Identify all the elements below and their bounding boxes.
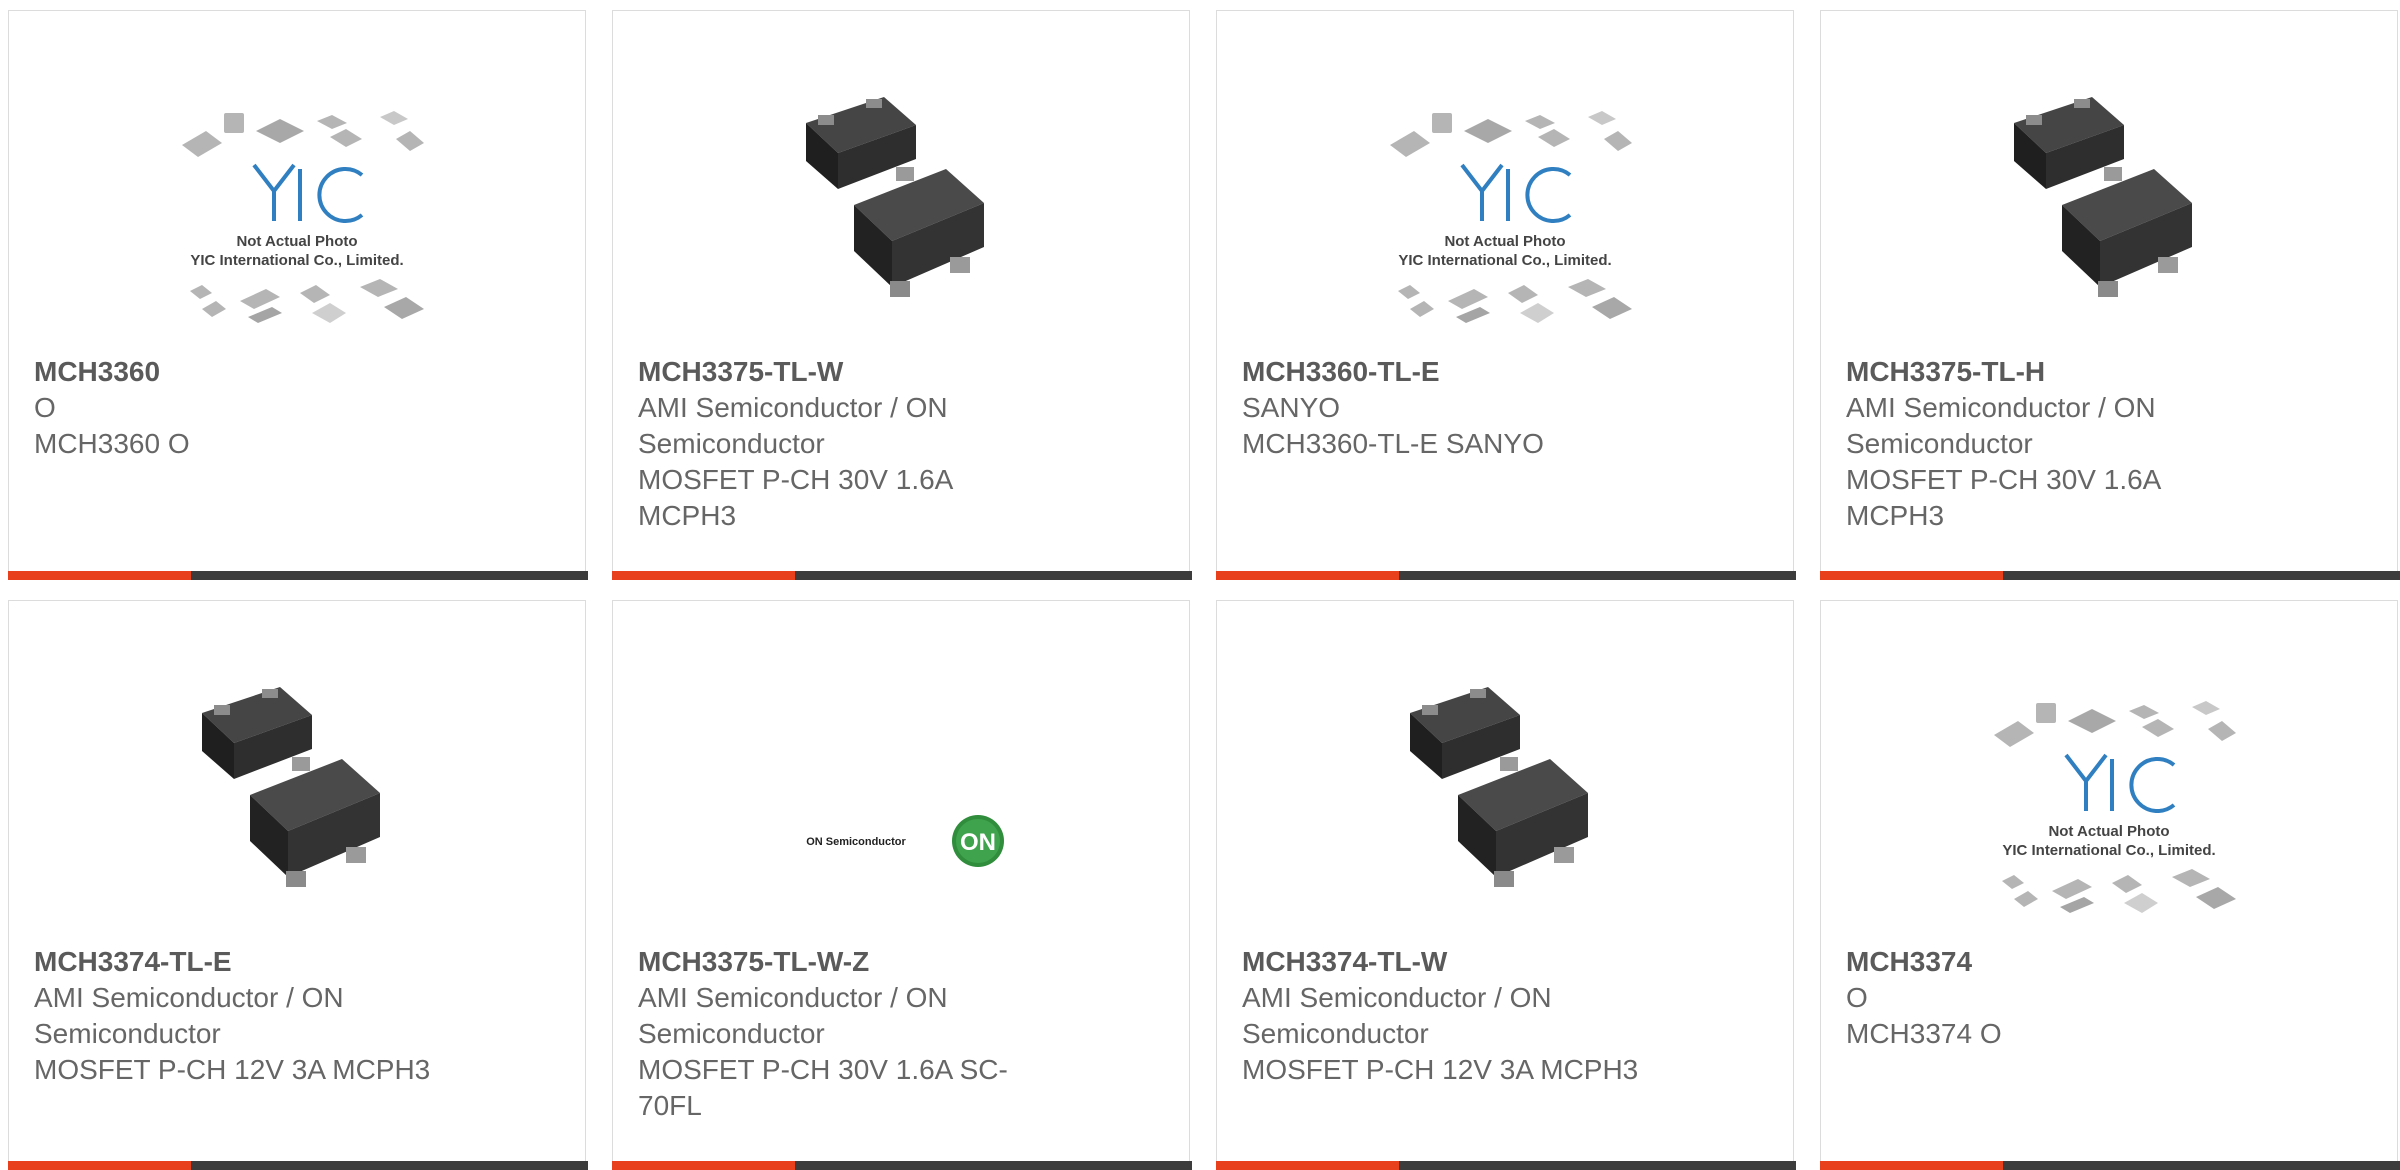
chip-photo-image — [2014, 97, 2192, 297]
card-footer-bar — [8, 571, 588, 580]
description: MCH3374 O — [1846, 1018, 2002, 1049]
part-number-link[interactable]: MCH3375-TL-W-Z — [638, 944, 1068, 980]
manufacturer: AMI Semiconductor / ON — [1242, 982, 1552, 1013]
part-number-link[interactable]: MCH3375-TL-W — [638, 354, 1068, 390]
placeholder-logo-image: Not Actual Photo YIC International Co., … — [182, 111, 424, 323]
product-image[interactable]: Not Actual Photo YIC International Co., … — [9, 81, 585, 351]
product-image[interactable] — [9, 671, 585, 941]
manufacturer-cont: Semiconductor — [638, 428, 825, 459]
card-footer-accent — [1820, 571, 2003, 580]
product-info: MCH3374-TL-W AMI Semiconductor / ON Semi… — [1242, 944, 1672, 1088]
product-info: MCH3375-TL-W-Z AMI Semiconductor / ON Se… — [638, 944, 1068, 1124]
manufacturer-cont: Semiconductor — [34, 1018, 221, 1049]
description: MOSFET P-CH 30V 1.6A — [1846, 464, 2162, 495]
product-card[interactable]: Not Actual Photo YIC International Co., … — [8, 10, 588, 580]
product-info: MCH3375-TL-W AMI Semiconductor / ON Semi… — [638, 354, 1068, 534]
manufacturer-cont: Semiconductor — [638, 1018, 825, 1049]
product-card[interactable]: MCH3374-TL-E AMI Semiconductor / ON Semi… — [8, 600, 588, 1170]
svg-text:Not Actual Photo: Not Actual Photo — [2048, 823, 2169, 840]
product-image[interactable]: Not Actual Photo YIC International Co., … — [1217, 81, 1793, 351]
part-number-link[interactable]: MCH3375-TL-H — [1846, 354, 2276, 390]
manufacturer: AMI Semiconductor / ON — [34, 982, 344, 1013]
product-grid: Not Actual Photo YIC International Co., … — [0, 0, 2400, 1170]
product-card[interactable]: Not Actual Photo YIC International Co., … — [1216, 10, 1796, 580]
product-image[interactable]: ON Semiconductor ON — [613, 671, 1189, 941]
manufacturer: SANYO — [1242, 392, 1341, 423]
svg-text:Not Actual Photo: Not Actual Photo — [236, 233, 357, 250]
description: MOSFET P-CH 30V 1.6A SC- — [638, 1054, 1008, 1085]
part-number-link[interactable]: MCH3374-TL-W — [1242, 944, 1672, 980]
manufacturer: O — [1846, 982, 1868, 1013]
on-semi-logo-image: ON Semiconductor ON — [806, 815, 1004, 867]
product-info: MCH3375-TL-H AMI Semiconductor / ON Semi… — [1846, 354, 2276, 534]
chip-photo-image — [806, 97, 984, 297]
card-footer-bar — [8, 1161, 588, 1170]
placeholder-logo-image: Not Actual Photo YIC International Co., … — [1390, 111, 1632, 323]
card-footer-accent — [1820, 1161, 2003, 1170]
description: MCH3360-TL-E SANYO — [1242, 428, 1544, 459]
product-info: MCH3360 O MCH3360 O — [34, 354, 464, 462]
card-footer-bar — [612, 1161, 1192, 1170]
product-card[interactable]: ON Semiconductor ON MCH3375-TL-W-Z AMI S… — [612, 600, 1192, 1170]
product-info: MCH3374 O MCH3374 O — [1846, 944, 2276, 1052]
card-footer-bar — [1216, 1161, 1796, 1170]
part-number-link[interactable]: MCH3374 — [1846, 944, 2276, 980]
card-footer-bar — [1216, 571, 1796, 580]
card-footer-bar — [612, 571, 1192, 580]
card-footer-bar — [1820, 571, 2400, 580]
manufacturer: AMI Semiconductor / ON — [1846, 392, 2156, 423]
manufacturer: AMI Semiconductor / ON — [638, 392, 948, 423]
part-number-link[interactable]: MCH3374-TL-E — [34, 944, 464, 980]
product-image[interactable] — [1821, 81, 2397, 351]
part-number-link[interactable]: MCH3360-TL-E — [1242, 354, 1672, 390]
description-cont: 70FL — [638, 1090, 702, 1121]
chip-photo-image — [202, 687, 380, 887]
product-info: MCH3360-TL-E SANYO MCH3360-TL-E SANYO — [1242, 354, 1672, 462]
product-card[interactable]: MCH3375-TL-W AMI Semiconductor / ON Semi… — [612, 10, 1192, 580]
svg-text:ON: ON — [960, 829, 996, 856]
description: MOSFET P-CH 12V 3A MCPH3 — [34, 1054, 431, 1085]
card-footer-bar — [1820, 1161, 2400, 1170]
svg-text:YIC International Co., Limited: YIC International Co., Limited. — [2002, 842, 2215, 859]
card-footer-accent — [1216, 1161, 1399, 1170]
description: MOSFET P-CH 30V 1.6A — [638, 464, 954, 495]
manufacturer-cont: Semiconductor — [1846, 428, 2033, 459]
product-card[interactable]: MCH3375-TL-H AMI Semiconductor / ON Semi… — [1820, 10, 2400, 580]
card-footer-accent — [612, 1161, 795, 1170]
description-cont: MCPH3 — [638, 500, 737, 531]
svg-text:Not Actual Photo: Not Actual Photo — [1444, 233, 1565, 250]
placeholder-logo-image: Not Actual Photo YIC International Co., … — [1994, 701, 2236, 913]
card-footer-accent — [612, 571, 795, 580]
product-info: MCH3374-TL-E AMI Semiconductor / ON Semi… — [34, 944, 464, 1088]
chip-photo-image — [1410, 687, 1588, 887]
description: MOSFET P-CH 12V 3A MCPH3 — [1242, 1054, 1639, 1085]
product-image[interactable] — [613, 81, 1189, 351]
card-footer-accent — [1216, 571, 1399, 580]
product-image[interactable]: Not Actual Photo YIC International Co., … — [1821, 671, 2397, 941]
manufacturer: AMI Semiconductor / ON — [638, 982, 948, 1013]
manufacturer-cont: Semiconductor — [1242, 1018, 1429, 1049]
product-card[interactable]: Not Actual Photo YIC International Co., … — [1820, 600, 2400, 1170]
product-card[interactable]: MCH3374-TL-W AMI Semiconductor / ON Semi… — [1216, 600, 1796, 1170]
manufacturer: O — [34, 392, 56, 423]
on-semi-logo-text: ON Semiconductor — [806, 836, 906, 848]
svg-text:YIC International Co., Limited: YIC International Co., Limited. — [1398, 252, 1611, 269]
part-number-link[interactable]: MCH3360 — [34, 354, 464, 390]
card-footer-accent — [8, 1161, 191, 1170]
description: MCH3360 O — [34, 428, 190, 459]
svg-text:YIC International Co., Limited: YIC International Co., Limited. — [190, 252, 403, 269]
description-cont: MCPH3 — [1846, 500, 1945, 531]
card-footer-accent — [8, 571, 191, 580]
product-image[interactable] — [1217, 671, 1793, 941]
